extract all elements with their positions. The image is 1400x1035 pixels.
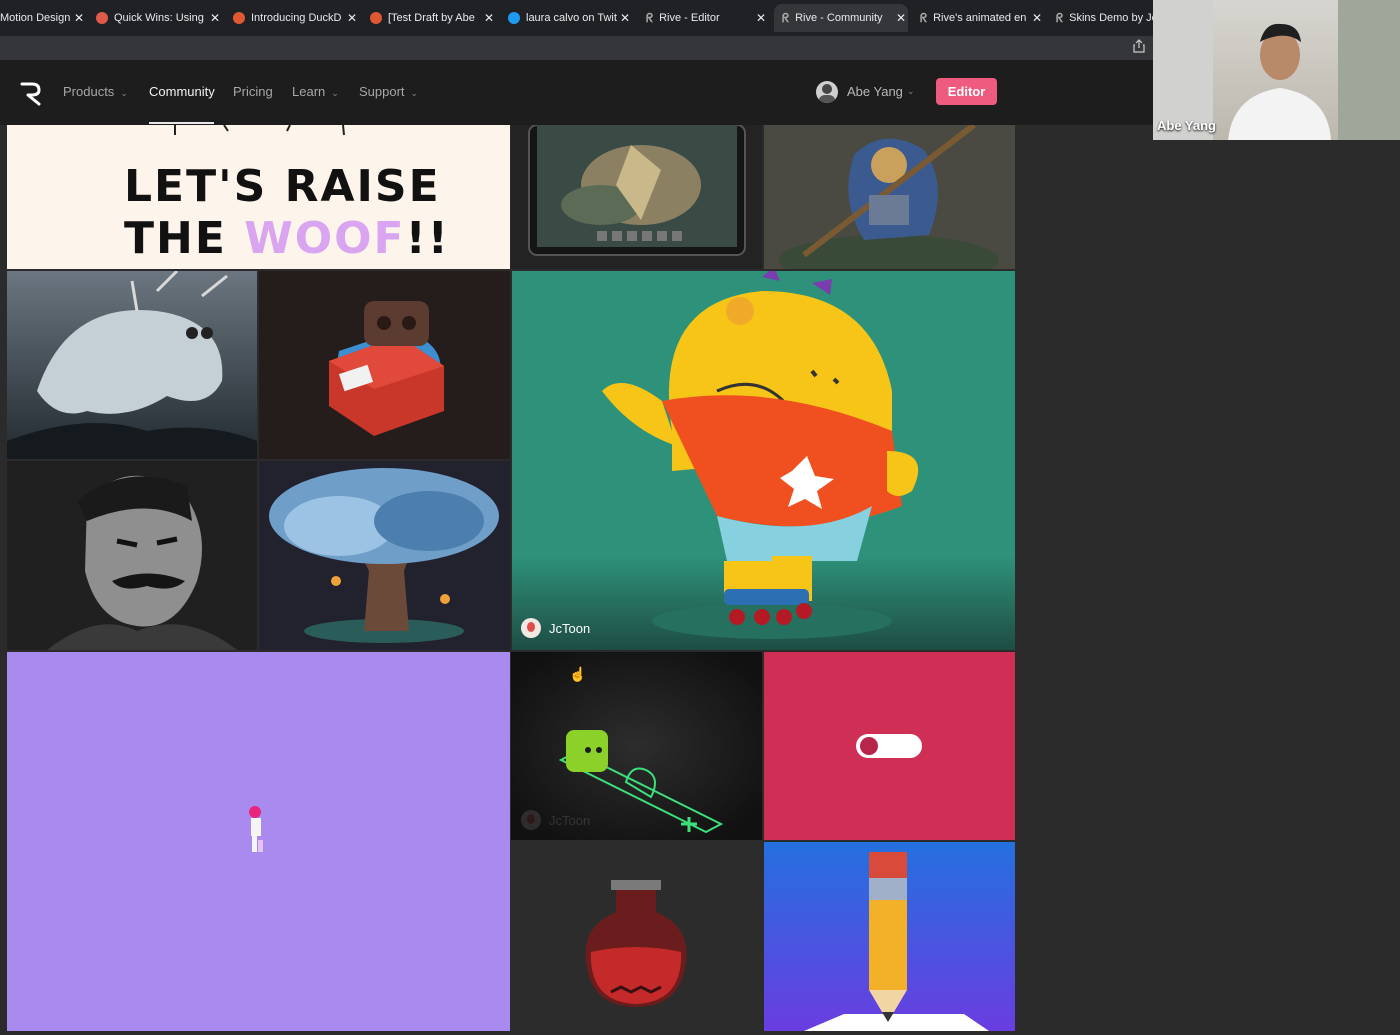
browser-tab-active[interactable]: ᖇ Rive - Community ✕ bbox=[774, 4, 908, 32]
gallery-tile-potion[interactable] bbox=[511, 842, 762, 1031]
decorative-lines bbox=[174, 125, 345, 136]
nav-pricing[interactable]: Pricing bbox=[233, 84, 273, 99]
gallery-tile-slime[interactable]: JcToon bbox=[511, 652, 762, 840]
author-credit-faded: JcToon bbox=[521, 810, 590, 830]
chevron-down-icon: ⌄ bbox=[120, 88, 128, 98]
browser-tab[interactable]: Motion Design ✕ bbox=[0, 4, 86, 32]
author-avatar bbox=[521, 810, 541, 830]
browser-tab[interactable]: ᖇ Skins Demo by Jc bbox=[1056, 4, 1153, 32]
browser-tab[interactable]: ᖇ Rive - Editor ✕ bbox=[646, 4, 768, 32]
rive-logo-icon[interactable] bbox=[19, 80, 43, 106]
gallery-tile-tree[interactable] bbox=[259, 461, 510, 650]
user-name[interactable]: Abe Yang bbox=[847, 84, 903, 99]
rive-logo-icon: ᖇ bbox=[920, 10, 928, 25]
rive-logo-icon: ᖇ bbox=[646, 10, 654, 25]
gallery-tile-featured[interactable]: JcToon bbox=[512, 271, 1015, 650]
duckduckgo-icon bbox=[233, 12, 245, 24]
duckduckgo-icon bbox=[370, 12, 382, 24]
participant-name: Abe Yang bbox=[1157, 118, 1217, 133]
close-icon[interactable]: ✕ bbox=[894, 11, 908, 25]
avatar[interactable] bbox=[816, 81, 838, 103]
asana-icon bbox=[96, 12, 108, 24]
browser-tab[interactable]: Introducing DuckD ✕ bbox=[233, 4, 359, 32]
nav-label: Products bbox=[63, 84, 115, 99]
banner-text: THE bbox=[124, 213, 245, 264]
tab-title: Introducing DuckD bbox=[251, 12, 342, 24]
toggle-knob bbox=[860, 737, 878, 755]
browser-tab[interactable]: [Test Draft by Abe ✕ bbox=[370, 4, 496, 32]
browser-tab[interactable]: ᖇ Rive's animated en ✕ bbox=[920, 4, 1044, 32]
tab-title: Skins Demo by Jc bbox=[1069, 12, 1153, 24]
tab-title: Motion Design bbox=[0, 12, 71, 24]
active-tab-indicator bbox=[149, 122, 214, 124]
nav-label: Support bbox=[359, 84, 405, 99]
close-icon[interactable]: ✕ bbox=[754, 11, 768, 25]
pencil-artwork bbox=[764, 842, 1015, 1031]
author-name: JcToon bbox=[549, 620, 591, 636]
gallery-tile-tablet-art[interactable] bbox=[511, 125, 762, 269]
banner-line-1: LET'S RAISE bbox=[124, 161, 441, 212]
banner-line-2: THE WOOF!! bbox=[124, 213, 450, 265]
browser-tab[interactable]: Quick Wins: Using ✕ bbox=[96, 4, 222, 32]
nav-products[interactable]: Products ⌄ bbox=[63, 84, 128, 99]
tab-title: Quick Wins: Using bbox=[114, 12, 204, 24]
chevron-down-icon[interactable]: ⌄ bbox=[907, 86, 915, 97]
portrait-artwork bbox=[7, 461, 257, 650]
close-icon[interactable]: ✕ bbox=[72, 11, 86, 25]
nav-learn[interactable]: Learn ⌄ bbox=[292, 84, 339, 99]
banner-text: !! bbox=[405, 213, 450, 264]
tab-title: Rive - Community bbox=[795, 12, 883, 24]
author-avatar bbox=[521, 618, 541, 638]
editor-button[interactable]: Editor bbox=[936, 78, 997, 105]
video-call-participant: Abe Yang bbox=[1153, 0, 1400, 140]
share-icon[interactable] bbox=[1131, 39, 1147, 55]
close-icon[interactable]: ✕ bbox=[618, 11, 632, 25]
author-credit[interactable]: JcToon bbox=[521, 618, 590, 638]
glowing-tree-artwork bbox=[259, 461, 510, 650]
rive-logo-icon: ᖇ bbox=[782, 10, 790, 25]
twitter-icon bbox=[508, 12, 520, 24]
tiny-character-artwork bbox=[249, 806, 263, 852]
chevron-down-icon: ⌄ bbox=[410, 88, 419, 98]
yellow-monster-artwork bbox=[512, 271, 1015, 650]
gallery-tile-toggle[interactable] bbox=[764, 652, 1015, 840]
tablet-artwork bbox=[528, 125, 746, 256]
gallery-tile-walking-character[interactable] bbox=[7, 652, 510, 1031]
banner-highlight: WOOF bbox=[244, 213, 406, 264]
browser-toolbar bbox=[0, 36, 1153, 60]
gallery-tile-warrior[interactable] bbox=[764, 125, 1015, 269]
close-icon[interactable]: ✕ bbox=[482, 11, 496, 25]
nav-label: Pricing bbox=[233, 84, 273, 99]
nav-support[interactable]: Support ⌄ bbox=[359, 84, 418, 99]
tab-title: laura calvo on Twit bbox=[526, 12, 617, 24]
close-icon[interactable]: ✕ bbox=[345, 11, 359, 25]
nav-community[interactable]: Community bbox=[149, 84, 215, 99]
toggle-switch-artwork bbox=[856, 734, 922, 758]
site-header: Products ⌄ Community Pricing Learn ⌄ Suppo… bbox=[0, 60, 1153, 125]
hand-cursor-icon: ☝ bbox=[569, 666, 587, 682]
nav-label: Learn bbox=[292, 84, 326, 99]
gallery-tile-spirit-creature[interactable] bbox=[7, 271, 257, 459]
gallery-tile-pencil[interactable] bbox=[764, 842, 1015, 1031]
browser-tab[interactable]: laura calvo on Twit ✕ bbox=[508, 4, 632, 32]
close-icon[interactable]: ✕ bbox=[208, 11, 222, 25]
spirit-creature-artwork bbox=[7, 271, 257, 459]
chevron-down-icon: ⌄ bbox=[331, 88, 339, 98]
close-icon[interactable]: ✕ bbox=[1030, 11, 1044, 25]
tab-title: [Test Draft by Abe bbox=[388, 12, 475, 24]
gallery-tile-raise-the-woof[interactable]: LET'S RAISE THE WOOF!! bbox=[7, 125, 510, 269]
rive-logo-icon: ᖇ bbox=[1056, 10, 1064, 25]
nav-label: Community bbox=[149, 84, 215, 99]
gift-box-artwork bbox=[329, 301, 444, 436]
potion-bottle-artwork bbox=[585, 880, 687, 1007]
gallery-tile-portrait[interactable] bbox=[7, 461, 257, 650]
warrior-artwork bbox=[764, 125, 1015, 269]
gallery-tile-gift-box[interactable] bbox=[259, 271, 510, 459]
author-name: JcToon bbox=[549, 812, 591, 828]
tab-title: Rive's animated en bbox=[933, 12, 1027, 24]
browser-tab-strip: Motion Design ✕ Quick Wins: Using ✕ Intr… bbox=[0, 0, 1153, 36]
tab-title: Rive - Editor bbox=[659, 12, 720, 24]
